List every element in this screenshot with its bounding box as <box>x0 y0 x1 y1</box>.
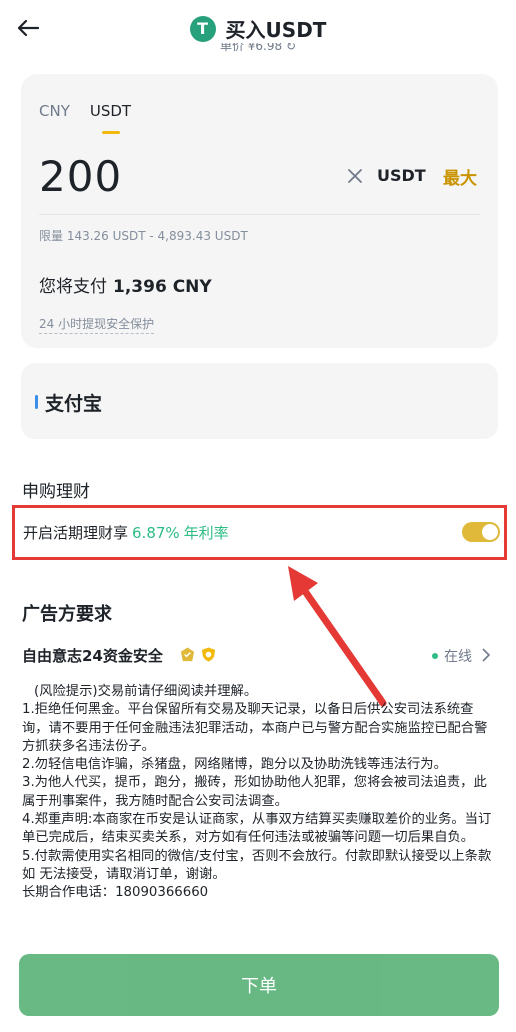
advertiser-terms: (风险提示)交易前请仔细阅读并理解。 1.拒绝任何黑金。平台保留所有交易及聊天记… <box>22 683 500 903</box>
tab-cny[interactable]: CNY <box>39 102 70 120</box>
protect-link[interactable]: 24 小时提现安全保护 <box>39 315 155 334</box>
terms-line: 1.拒绝任何黑金。平台保留所有交易及聊天记录，以备日后供公安司法系统查询，请不要… <box>22 702 488 754</box>
unit-price: 单价 ¥6.98 ↻ <box>219 43 297 53</box>
earn-section-title: 申购理财 <box>22 482 90 502</box>
toggle-knob <box>482 524 498 540</box>
online-label: 在线 <box>444 649 472 665</box>
merchant-row[interactable]: 自由意志24资金安全 在线 <box>22 645 494 667</box>
divider <box>39 214 480 215</box>
place-order-button[interactable]: 下单 <box>19 954 499 1016</box>
tab-usdt[interactable]: USDT <box>90 102 131 134</box>
currency-tabs: CNY USDT <box>39 102 131 134</box>
payment-method-label: 支付宝 <box>45 393 103 415</box>
payment-indicator <box>35 395 38 409</box>
usdt-logo-icon: T <box>189 15 216 42</box>
page-title: 买入USDT <box>225 18 327 42</box>
verified-badge-icon <box>180 647 195 662</box>
terms-line: 5.付款需使用实名相同的微信/支付宝，否则不会放行。付款即默认接受以上条款如 无… <box>22 848 492 882</box>
online-dot-icon <box>432 653 438 659</box>
earn-rate-label: 年利率 <box>183 524 229 542</box>
earn-row: 开启活期理财享 6.87% 年利率 <box>12 505 507 560</box>
advertiser-section-title: 广告方要求 <box>22 604 112 625</box>
terms-line: (风险提示)交易前请仔细阅读并理解。 <box>34 684 258 699</box>
limit-text: 限量 143.26 USDT - 4,893.43 USDT <box>39 229 248 243</box>
earn-toggle[interactable] <box>462 522 500 542</box>
chevron-right-icon <box>482 648 491 662</box>
shield-badge-icon <box>201 647 216 662</box>
online-status: 在线 <box>432 646 472 666</box>
earn-label: 开启活期理财享 <box>23 524 129 542</box>
max-button[interactable]: 最大 <box>443 164 477 189</box>
pay-summary: 您将支付 1,396 CNY <box>39 272 212 297</box>
header: T 买入USDT 单价 ¥6.98 ↻ <box>0 0 516 56</box>
earn-rate: 6.87% <box>132 524 180 542</box>
terms-line: 2.勿轻信电信诈骗，杀猪盘，网络赌博，跑分以及协助洗钱等违法行为。 <box>22 757 447 773</box>
terms-line: 3.为他人代买，提币，跑分，搬砖，形如协助他人犯罪，您将会被司法追责，此属于刑事… <box>22 775 487 809</box>
amount-card: CNY USDT 200 USDT 最大 限量 143.26 USDT - 4,… <box>21 74 498 348</box>
pay-label: 您将支付 <box>39 277 107 297</box>
terms-line: 4.郑重声明:本商家在币安是认证商家，从事双方结算买卖赚取差价的业务。当订单已完… <box>22 812 492 846</box>
amount-input[interactable]: 200 <box>39 152 122 201</box>
clear-icon[interactable] <box>345 166 365 186</box>
merchant-name: 自由意志24资金安全 <box>22 647 163 665</box>
terms-line: 长期合作电话：18090366660 <box>22 885 209 901</box>
payment-method-card[interactable]: 支付宝 <box>21 363 498 439</box>
currency-label: USDT <box>377 166 426 185</box>
pay-amount: 1,396 CNY <box>113 277 212 297</box>
earn-text: 开启活期理财享 6.87% 年利率 <box>23 522 229 543</box>
